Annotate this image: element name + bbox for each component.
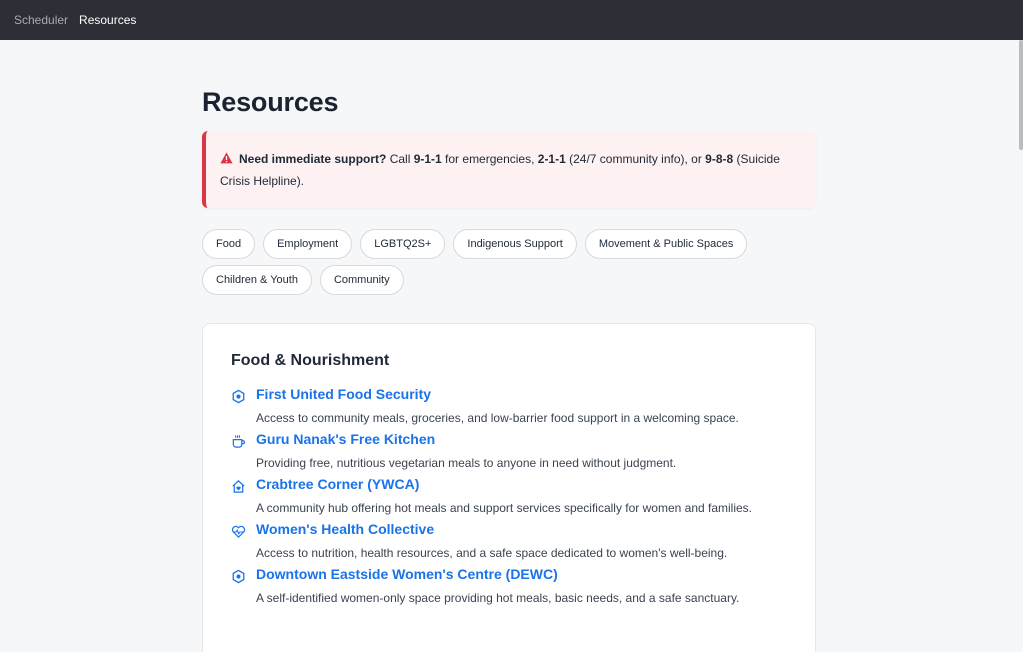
community-info-number: 2-1-1 — [537, 152, 566, 166]
section-title: Food & Nourishment — [231, 352, 390, 369]
alert-lead: Need immediate support? — [239, 152, 387, 166]
cup-icon — [231, 434, 246, 449]
resource-description: Providing free, nutritious vegetarian me… — [256, 456, 677, 470]
page-title: Resources — [202, 87, 339, 117]
nav-resources-link[interactable]: Resources — [79, 13, 136, 27]
chip-movement-public-spaces[interactable]: Movement & Public Spaces — [584, 229, 748, 259]
resource-item: First United Food Security Access to com… — [231, 385, 787, 426]
emergency-alert: Need immediate support? Call 9-1-1 for e… — [202, 131, 816, 208]
chip-children-youth[interactable]: Children & Youth — [202, 265, 312, 295]
emergency-number: 9-1-1 — [413, 152, 442, 166]
chip-community[interactable]: Community — [319, 265, 404, 295]
nav-scheduler-link[interactable]: Scheduler — [14, 13, 68, 27]
main-content: Resources Need immediate support? Call 9… — [202, 40, 816, 652]
resource-link[interactable]: Guru Nanak's Free Kitchen — [256, 430, 787, 448]
alert-text-3: (24/7 community info), or — [565, 152, 706, 166]
chip-employment[interactable]: Employment — [263, 229, 353, 259]
top-navbar: Scheduler Resources — [0, 0, 1023, 40]
alert-text-1: Call — [386, 152, 414, 166]
scrollbar-thumb[interactable] — [1019, 40, 1023, 150]
resource-item: Guru Nanak's Free Kitchen Providing free… — [231, 430, 787, 471]
food-section-card: Food & Nourishment First United Food Sec… — [202, 323, 816, 652]
resource-description: Access to nutrition, health resources, a… — [256, 546, 728, 560]
resource-description: Access to community meals, groceries, an… — [256, 411, 739, 425]
resource-item: Women's Health Collective Access to nutr… — [231, 520, 787, 561]
hexagon-dot-icon — [231, 569, 246, 584]
heart-pulse-icon — [231, 524, 246, 539]
resource-link[interactable]: First United Food Security — [256, 385, 787, 403]
hexagon-dot-icon — [231, 389, 246, 404]
chip-lgbtq2s[interactable]: LGBTQ2S+ — [360, 229, 446, 259]
resource-link[interactable]: Downtown Eastside Women's Centre (DEWC) — [256, 565, 787, 583]
category-filters: Food Employment LGBTQ2S+ Indigenous Supp… — [202, 229, 816, 301]
warning-icon — [220, 150, 233, 171]
alert-text-2: for emergencies, — [441, 152, 538, 166]
resource-link[interactable]: Crabtree Corner (YWCA) — [256, 475, 787, 493]
resource-item: Downtown Eastside Women's Centre (DEWC) … — [231, 565, 787, 606]
resource-link[interactable]: Women's Health Collective — [256, 520, 787, 538]
crisis-line-number: 9-8-8 — [705, 152, 734, 166]
resource-description: A self-identified women-only space provi… — [256, 591, 740, 605]
chip-indigenous-support[interactable]: Indigenous Support — [453, 229, 577, 259]
resource-item: Crabtree Corner (YWCA) A community hub o… — [231, 475, 787, 516]
chip-food[interactable]: Food — [202, 229, 256, 259]
home-heart-icon — [231, 479, 246, 494]
resource-description: A community hub offering hot meals and s… — [256, 501, 753, 515]
